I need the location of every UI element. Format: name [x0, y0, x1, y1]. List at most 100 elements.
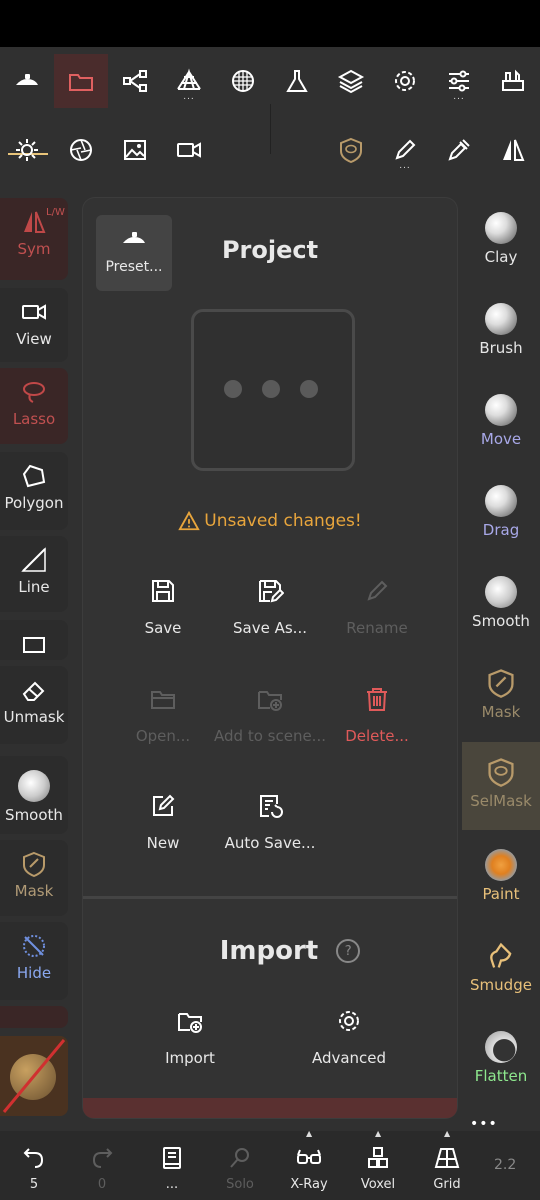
mask-left-button[interactable]: Mask — [0, 840, 68, 916]
symmetry-icon — [24, 211, 46, 233]
sym-label: Sym — [17, 240, 51, 258]
smooth-brush-icon — [485, 576, 517, 608]
smooth-left-button[interactable]: Smooth — [0, 756, 68, 834]
pen-button[interactable]: ... — [378, 123, 432, 177]
auto-save-button[interactable]: Auto Save... — [200, 792, 340, 852]
clay-button[interactable]: Clay — [462, 198, 540, 282]
selmask-button[interactable]: SelMask — [462, 742, 540, 830]
save-as-label: Save As... — [233, 619, 307, 637]
xray-button[interactable]: ▲ X-Ray — [275, 1129, 343, 1200]
extra-tool-button[interactable] — [0, 1006, 68, 1028]
paint-brush-icon — [485, 849, 517, 881]
scene-graph-icon — [123, 70, 147, 92]
lasso-icon — [23, 382, 45, 403]
scene-tab-button[interactable] — [108, 54, 162, 108]
rectangle-button[interactable] — [0, 620, 68, 660]
move-button[interactable]: Move — [462, 380, 540, 464]
unsaved-warning: Unsaved changes! — [83, 510, 457, 532]
sym-button[interactable]: L/W Sym — [0, 198, 68, 280]
folder-icon — [69, 74, 93, 91]
voxel-button[interactable]: ▲ Voxel — [344, 1129, 412, 1200]
light-button[interactable] — [0, 123, 54, 177]
topology-icon — [177, 68, 201, 90]
layers-tab-button[interactable] — [324, 54, 378, 108]
save-label: Save — [144, 619, 182, 637]
folder-add-icon — [258, 691, 282, 711]
light-icon — [16, 139, 38, 161]
unmask-button[interactable]: Unmask — [0, 666, 68, 744]
solo-label: Solo — [226, 1177, 254, 1192]
import-header: Import ? — [83, 936, 457, 966]
material-tab-button[interactable] — [270, 54, 324, 108]
smooth-right-button[interactable]: Smooth — [462, 562, 540, 646]
redo-icon — [92, 1148, 113, 1168]
shader-button[interactable] — [54, 123, 108, 177]
multires-tab-button[interactable] — [216, 54, 270, 108]
hide-icon — [23, 935, 45, 957]
import-button[interactable]: Import — [120, 1007, 260, 1067]
advanced-label: Advanced — [311, 1049, 387, 1067]
line-icon — [21, 547, 46, 572]
layers-icon — [337, 69, 365, 94]
auto-save-icon — [260, 795, 283, 818]
panel-title: Project — [221, 236, 319, 264]
material-preview-button[interactable] — [0, 1036, 68, 1116]
image-icon — [124, 140, 146, 160]
view-button[interactable]: View — [0, 288, 68, 362]
camera-button[interactable] — [162, 123, 216, 177]
undo-button[interactable]: 5 — [0, 1131, 68, 1200]
eraser-icon — [22, 681, 45, 701]
selmask-tool-button[interactable] — [324, 123, 378, 177]
unmask-label: Unmask — [3, 708, 65, 726]
topology-tab-button[interactable]: ... — [162, 54, 216, 108]
drag-button[interactable]: Drag — [462, 471, 540, 555]
hide-label: Hide — [16, 964, 52, 982]
mask-right-button[interactable]: Mask — [462, 653, 540, 737]
rename-label: Rename — [346, 619, 408, 637]
camera-icon — [177, 142, 201, 158]
smudge-label: Smudge — [470, 976, 532, 994]
advanced-button[interactable]: Advanced — [279, 1007, 419, 1067]
settings-tab-button[interactable] — [378, 54, 432, 108]
save-as-icon — [259, 580, 284, 603]
line-button[interactable]: Line — [0, 536, 68, 612]
status-bar — [0, 0, 540, 47]
polygon-button[interactable]: Polygon — [0, 452, 68, 530]
lasso-label: Lasso — [12, 410, 56, 428]
lasso-button[interactable]: Lasso — [0, 368, 68, 444]
camera-icon — [22, 304, 46, 320]
sliders-tab-button[interactable]: ... — [432, 54, 486, 108]
more-indicator: ... — [453, 92, 465, 102]
thumbnail-dot — [300, 380, 318, 398]
grid-button[interactable]: ▲ Grid — [413, 1129, 481, 1200]
toolbox-tab-button[interactable] — [486, 54, 540, 108]
rename-button[interactable]: Rename — [307, 577, 447, 637]
history-button[interactable]: ... — [138, 1131, 206, 1200]
smudge-button[interactable]: Smudge — [462, 926, 540, 1010]
files-tab-button[interactable] — [54, 54, 108, 108]
symmetry-button[interactable] — [486, 123, 540, 177]
more-options-button[interactable]: ••• — [470, 1116, 498, 1132]
solo-button[interactable]: Solo — [206, 1131, 274, 1200]
glasses-icon — [297, 1149, 321, 1164]
picker-button[interactable] — [432, 123, 486, 177]
help-icon[interactable]: ? — [336, 939, 361, 963]
move-brush-icon — [485, 394, 517, 426]
hide-button[interactable]: Hide — [0, 922, 68, 1000]
delete-button[interactable]: Delete... — [307, 685, 447, 745]
background-button[interactable] — [108, 123, 162, 177]
top-toolbar: ... ... ... — [0, 47, 540, 192]
new-label: New — [146, 834, 180, 852]
project-thumbnail[interactable] — [191, 309, 355, 471]
mask-left-label: Mask — [14, 882, 54, 900]
mesh-sphere-icon — [232, 70, 254, 92]
brush-button[interactable]: Brush — [462, 289, 540, 373]
flatten-button[interactable]: Flatten — [462, 1017, 540, 1101]
paint-button[interactable]: Paint — [462, 835, 540, 919]
redo-button[interactable]: 0 — [68, 1131, 136, 1200]
sculpt-icon — [16, 74, 38, 85]
mask-icon — [488, 669, 514, 698]
sculpt-tab-button[interactable] — [0, 54, 54, 108]
grid-label: Grid — [433, 1177, 461, 1192]
history-more: ... — [165, 1177, 179, 1192]
